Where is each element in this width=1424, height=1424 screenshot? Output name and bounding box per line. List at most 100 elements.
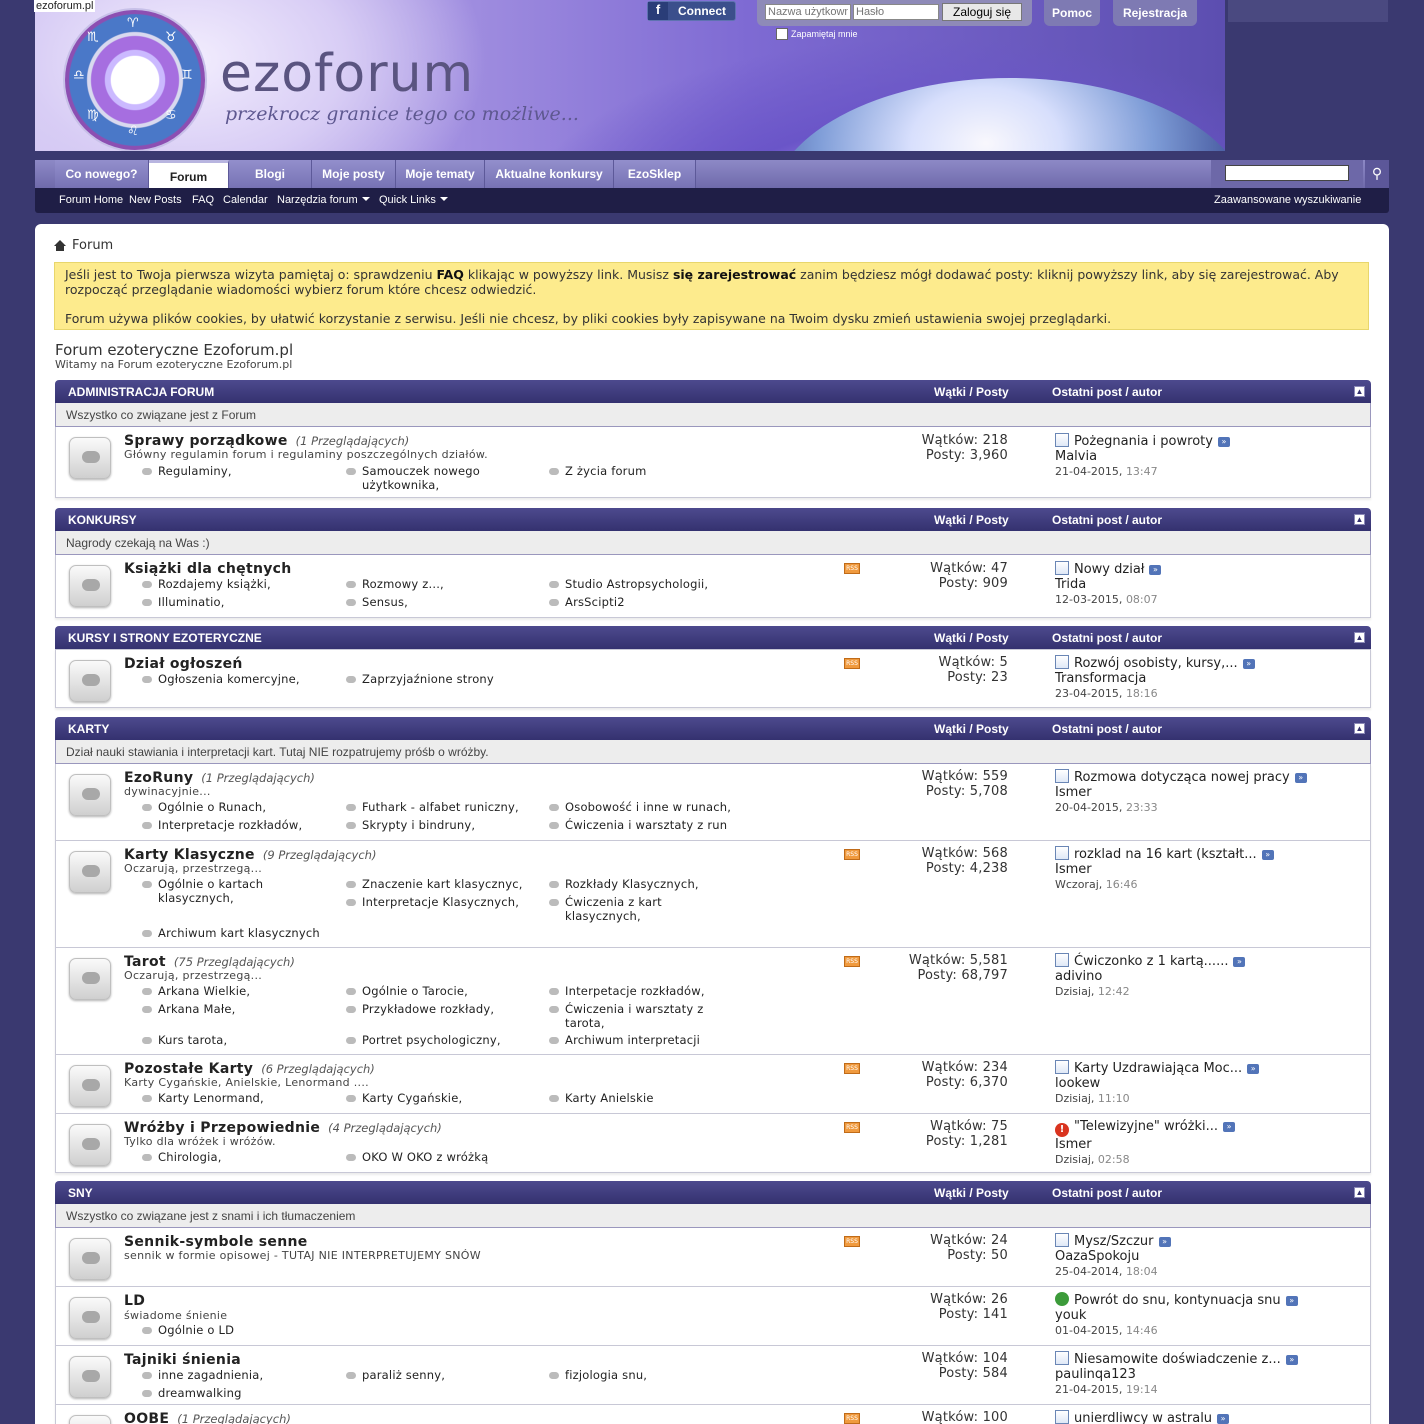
subforum-link[interactable]: Interpretacje rozkładów, [142,818,302,833]
subforum-link[interactable]: OKO W OKO z wróżką [346,1150,488,1165]
zodiac-wheel-logo[interactable]: ♈ ♉ ♊ ♋ ♌ ♍ ♎ ♏ [65,10,205,150]
subforum-link[interactable]: inne zagadnienia, [142,1368,263,1383]
forum-title[interactable]: EzoRuny (1 Przeglądających) [124,770,315,786]
last-post-author[interactable]: youk [1055,1308,1298,1323]
forum-title[interactable]: Książki dla chętnych [124,561,292,577]
facebook-connect-button[interactable]: f Connect [647,1,736,21]
last-post-author[interactable]: Ismer [1055,785,1307,800]
category-name[interactable]: KONKURSY [68,513,137,527]
subforum-link[interactable]: Kurs tarota, [142,1033,227,1048]
last-post-author[interactable]: adivino [1055,969,1245,984]
go-to-post-icon[interactable]: » [1217,1414,1230,1424]
subforum-link[interactable]: Futhark - alfabet runiczny, [346,800,519,815]
last-post-author[interactable]: paulinqa123 [1055,1367,1298,1382]
forum-title[interactable]: Tarot (75 Przeglądających) [124,954,295,970]
forum-title-text[interactable]: Sennik-symbole senne [124,1234,308,1250]
category-name[interactable]: SNY [68,1186,93,1200]
link-forum-home[interactable]: Forum Home [59,194,123,206]
password-input[interactable] [853,4,939,20]
subforum-link[interactable]: Archiwum interpretacji [549,1033,700,1048]
menu-narzedzia-forum[interactable]: Narzędzia forum [277,194,370,206]
last-post-title[interactable]: Nowy dział [1074,562,1144,577]
collapse-icon[interactable]: ▲ [1354,386,1365,397]
subforum-link[interactable]: ArsScipti2 [549,595,625,610]
remember-me-checkbox[interactable] [776,28,788,40]
subforum-link[interactable]: Skrypty i bindruny, [346,818,475,833]
forum-title-text[interactable]: Dział ogłoszeń [124,656,243,672]
link-advanced-search[interactable]: Zaawansowane wyszukiwanie [1214,194,1361,206]
last-post-title[interactable]: Rozwój osobisty, kursy,... [1074,656,1238,671]
go-to-post-icon[interactable]: » [1285,1296,1298,1306]
go-to-post-icon[interactable]: » [1247,1064,1260,1074]
category-name[interactable]: KARTY [68,722,109,736]
subforum-link[interactable]: Chirologia, [142,1150,222,1165]
go-to-post-icon[interactable]: » [1149,565,1162,575]
site-logo-text[interactable]: ezoforum [220,44,474,104]
username-input[interactable] [765,4,851,20]
forum-title-text[interactable]: Karty Klasyczne [124,847,255,863]
subforum-link[interactable]: Ogólnie o Runach, [142,800,266,815]
subforum-link[interactable]: Ćwiczenia i warsztaty z run [549,818,727,833]
link-calendar[interactable]: Calendar [223,194,268,206]
forum-title[interactable]: Sennik-symbole senne [124,1234,308,1250]
forum-title[interactable]: OOBE (1 Przeglądających) [124,1411,291,1424]
subforum-link[interactable]: Sensus, [346,595,408,610]
subforum-link[interactable]: Rozmowy z..., [346,577,444,592]
subforum-link[interactable]: Ogólnie o Tarocie, [346,984,468,999]
link-faq[interactable]: FAQ [192,194,214,206]
link-new-posts[interactable]: New Posts [129,194,182,206]
forum-title-text[interactable]: LD [124,1293,145,1309]
last-post-author[interactable]: Transformacja [1055,671,1255,686]
last-post-title[interactable]: Pożegnania i powroty [1074,434,1213,449]
forum-title-text[interactable]: Tarot [124,954,166,970]
collapse-icon[interactable]: ▲ [1354,514,1365,525]
subforum-link[interactable]: Archiwum kart klasycznych [142,926,320,941]
last-post-title[interactable]: Niesamowite doświadczenie z... [1074,1352,1281,1367]
last-post-title[interactable]: unierdliwcy w astralu [1074,1411,1212,1424]
go-to-post-icon[interactable]: » [1261,850,1274,860]
collapse-icon[interactable]: ▲ [1354,632,1365,643]
tab-moje-tematy[interactable]: Moje tematy [396,160,485,188]
subforum-link[interactable]: Ogólnie o LD [142,1323,234,1338]
register-button[interactable]: Rejestracja [1113,0,1197,26]
forum-title[interactable]: Pozostałe Karty (6 Przeglądających) [124,1061,375,1077]
remember-me[interactable]: Zapamiętaj mnie [776,28,858,40]
last-post-title[interactable]: rozklad na 16 kart (kształt... [1074,847,1257,862]
last-post-author[interactable]: lookew [1055,1076,1259,1091]
forum-title-text[interactable]: Książki dla chętnych [124,561,292,577]
subforum-link[interactable]: Rozdajemy książki, [142,577,271,592]
subforum-link[interactable]: Z życia forum [549,464,647,479]
menu-quick-links[interactable]: Quick Links [379,194,448,206]
forum-title[interactable]: Tajniki śnienia [124,1352,241,1368]
forum-title-text[interactable]: EzoRuny [124,770,193,786]
subforum-link[interactable]: Ćwiczenia z kart klasycznych, [549,895,699,923]
subforum-link[interactable]: Arkana Wielkie, [142,984,250,999]
subforum-link[interactable]: dreamwalking [142,1386,242,1401]
subforum-link[interactable]: Ogólnie o kartach klasycznych, [142,877,302,905]
forum-title[interactable]: Wróżby i Przepowiednie (4 Przeglądających… [124,1120,442,1136]
subforum-link[interactable]: Ogłoszenia komercyjne, [142,672,300,687]
subforum-link[interactable]: fizjologia snu, [549,1368,647,1383]
forum-title[interactable]: Karty Klasyczne (9 Przeglądających) [124,847,376,863]
subforum-link[interactable]: Illuminatio, [142,595,225,610]
tab-moje-posty[interactable]: Moje posty [312,160,396,188]
notice-faq-link[interactable]: FAQ [437,267,464,282]
forum-title-text[interactable]: OOBE [124,1411,169,1424]
forum-title[interactable]: LD [124,1293,145,1309]
subforum-link[interactable]: Przykładowe rozkłady, [346,1002,494,1017]
forum-title-text[interactable]: Pozostałe Karty [124,1061,253,1077]
home-icon[interactable] [54,240,66,251]
search-button[interactable]: ⚲ [1365,160,1389,188]
search-input[interactable] [1225,165,1349,181]
last-post-author[interactable]: OazaSpokoju [1055,1249,1171,1264]
go-to-post-icon[interactable]: » [1233,957,1246,967]
subforum-link[interactable]: Osobowość i inne w runach, [549,800,731,815]
subforum-link[interactable]: Karty Cygańskie, [346,1091,462,1106]
last-post-author[interactable]: Ismer [1055,1137,1235,1152]
last-post-title[interactable]: Mysz/Szczur [1074,1234,1154,1249]
collapse-icon[interactable]: ▲ [1354,1187,1365,1198]
notice-register-link[interactable]: się zarejestrować [673,267,796,282]
forum-title[interactable]: Dział ogłoszeń [124,656,243,672]
tab-forum[interactable]: Forum [149,160,229,188]
subforum-link[interactable]: Samouczek nowego użytkownika, [346,464,516,492]
